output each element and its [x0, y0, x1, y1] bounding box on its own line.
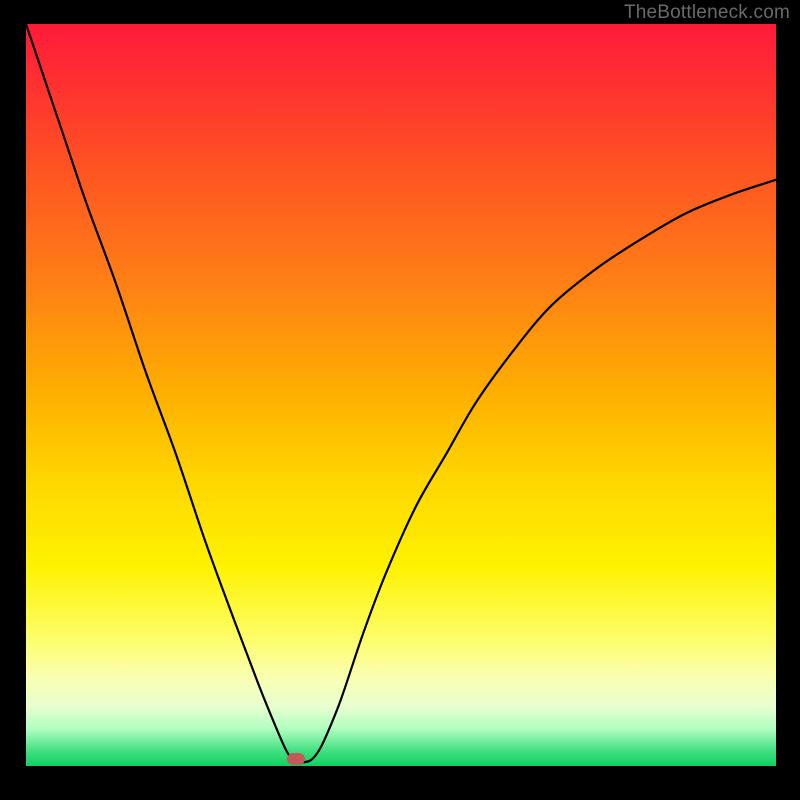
bottleneck-marker [287, 753, 305, 765]
watermark-text: TheBottleneck.com [624, 2, 790, 24]
chart-curve [0, 0, 800, 800]
